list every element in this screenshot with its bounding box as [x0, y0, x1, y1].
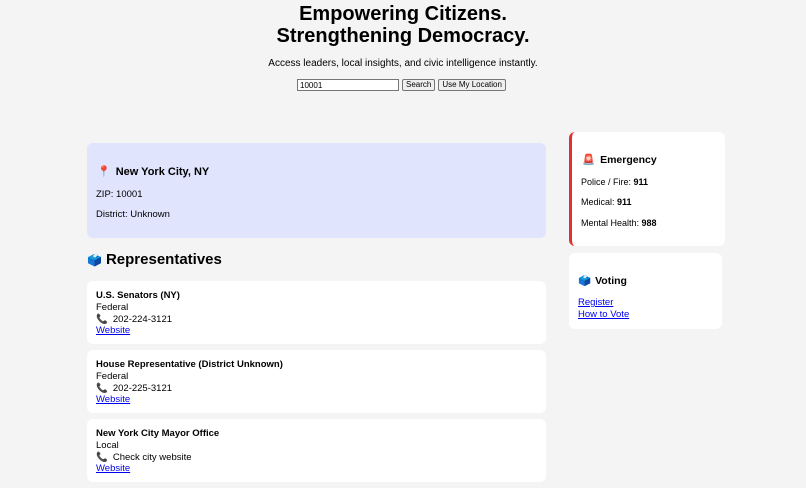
location-title: 📍 New York City, NY [97, 165, 209, 178]
emergency-title: 🚨 Emergency [582, 153, 657, 166]
how-to-vote-link[interactable]: How to Vote [578, 309, 629, 320]
location-city: New York City, NY [115, 166, 210, 178]
emergency-line: Mental Health: 988 [581, 218, 657, 228]
representative-card: New York City Mayor Office Local 📞 Check … [87, 419, 546, 482]
representative-name: U.S. Senators (NY) [96, 290, 180, 301]
representative-website-link[interactable]: Website [96, 325, 130, 336]
representative-name: New York City Mayor Office [96, 428, 220, 439]
representative-phone: 📞 Check city website [96, 452, 192, 463]
siren-icon: 🚨 [582, 154, 596, 166]
search-bar: Search Use My Location [0, 79, 806, 91]
representative-card: U.S. Senators (NY) Federal 📞 202-224-3121… [87, 281, 546, 344]
representatives-heading-text: Representatives [105, 251, 222, 268]
representative-level: Local [96, 440, 119, 451]
voting-title: 🗳️ Voting [578, 274, 627, 287]
representative-name: House Representative (District Unknown) [96, 359, 283, 370]
location-district: District: Unknown [96, 209, 170, 220]
use-my-location-button[interactable]: Use My Location [438, 79, 506, 91]
representative-level: Federal [96, 302, 129, 313]
hero-subtitle: Access leaders, local insights, and civi… [268, 58, 538, 69]
register-link[interactable]: Register [578, 297, 613, 308]
representative-level: Federal [96, 371, 129, 382]
representatives-heading: 🗳️ Representatives [87, 251, 222, 268]
phone-icon: 📞 [96, 314, 108, 325]
representative-website-link[interactable]: Website [96, 394, 130, 405]
ballot-icon: 🗳️ [578, 275, 592, 287]
emergency-title-text: Emergency [600, 154, 657, 166]
emergency-line: Police / Fire: 911 [581, 177, 649, 187]
page-title: Empowering Citizens. Strengthening Democ… [0, 3, 806, 47]
zip-search-input[interactable] [297, 79, 400, 91]
phone-icon: 📞 [96, 452, 108, 463]
ballot-box-icon: 🗳️ [87, 253, 102, 267]
representative-phone: 📞 202-224-3121 [96, 314, 172, 325]
title-line-1: Empowering Citizens. [299, 3, 507, 25]
voting-card: 🗳️ Voting Register How to Vote [569, 253, 722, 329]
representative-phone: 📞 202-225-3121 [96, 383, 172, 394]
representative-card: House Representative (District Unknown) … [87, 350, 546, 413]
emergency-line: Medical: 911 [581, 197, 632, 207]
voting-title-text: Voting [595, 275, 627, 287]
location-zip: ZIP: 10001 [96, 189, 143, 200]
phone-icon: 📞 [96, 383, 108, 394]
location-card: 📍 New York City, NY ZIP: 10001 District: … [87, 143, 546, 238]
pin-icon: 📍 [97, 166, 111, 178]
phone-number: 202-224-3121 [112, 314, 173, 325]
search-button[interactable]: Search [402, 79, 436, 91]
emergency-card: 🚨 Emergency Police / Fire: 911 Medical: 9… [569, 132, 725, 246]
title-line-2: Strengthening Democracy. [276, 25, 530, 47]
phone-number: Check city website [112, 452, 192, 463]
phone-number: 202-225-3121 [112, 383, 173, 394]
representative-website-link[interactable]: Website [96, 463, 130, 474]
